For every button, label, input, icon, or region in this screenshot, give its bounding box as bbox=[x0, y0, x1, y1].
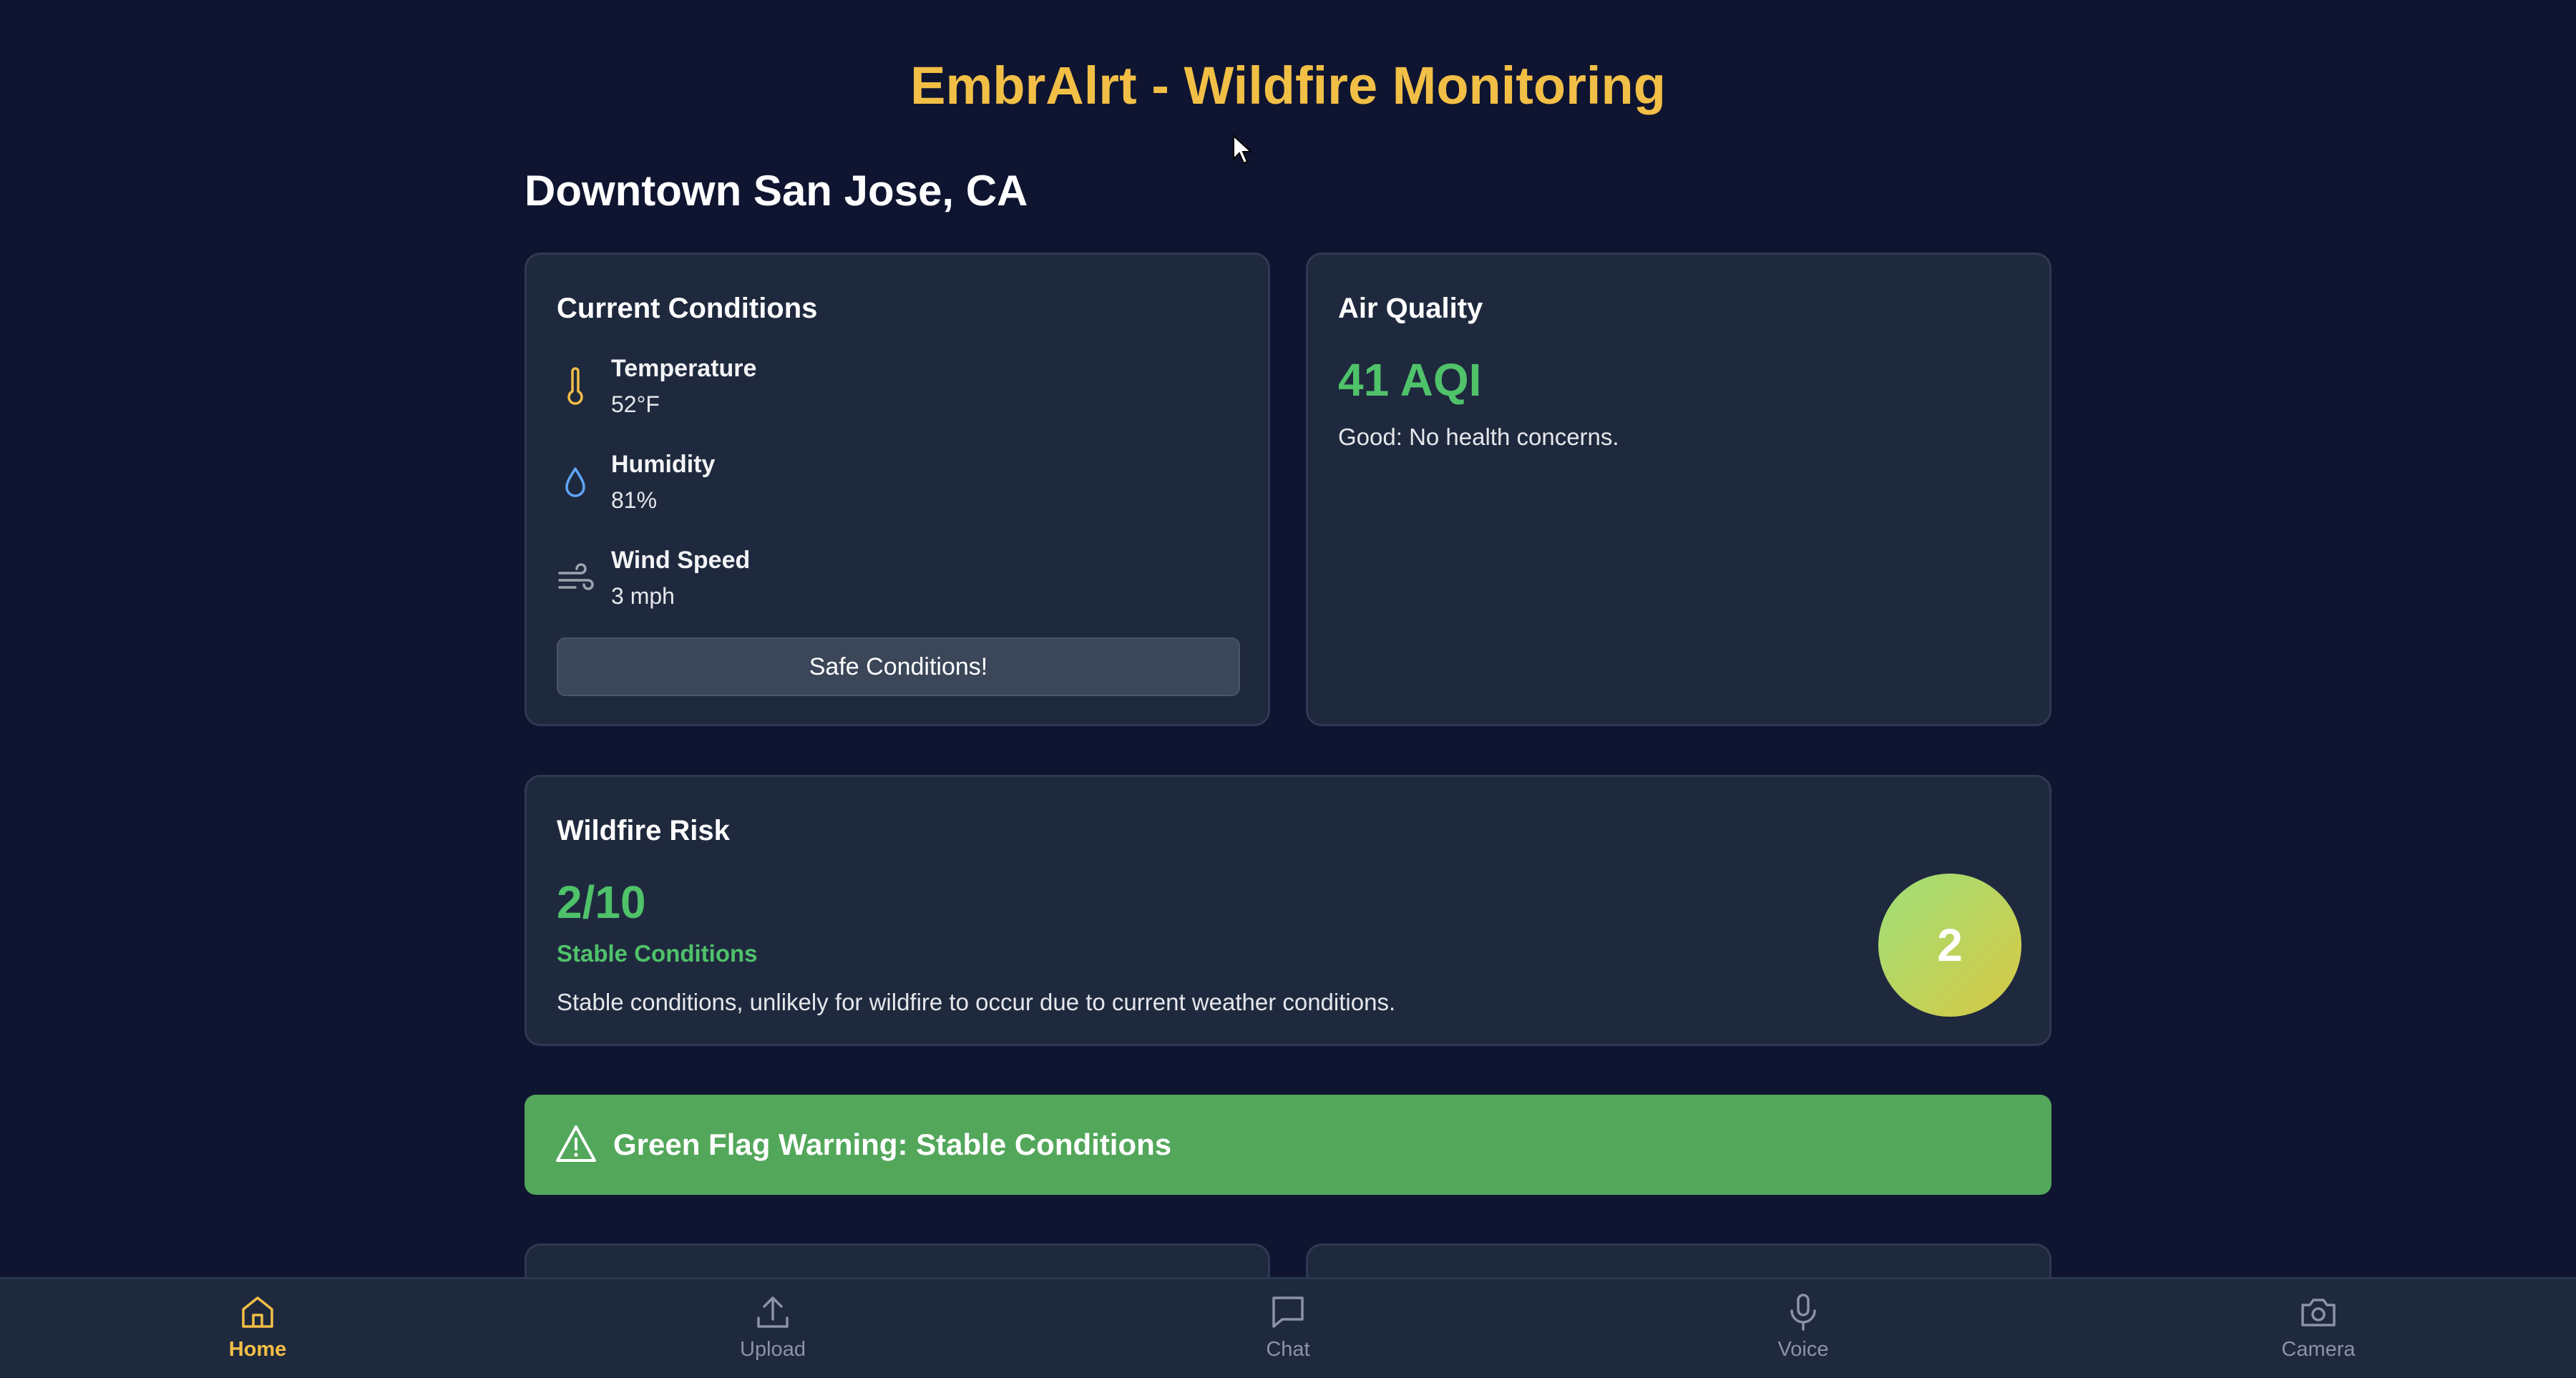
risk-description: Stable conditions, unlikely for wildfire… bbox=[557, 989, 1396, 1015]
droplet-icon bbox=[565, 467, 585, 497]
nav-item-camera[interactable]: Camera bbox=[2211, 1279, 2426, 1378]
nav-label: Upload bbox=[740, 1338, 806, 1361]
card-title-conditions: Current Conditions bbox=[557, 293, 818, 324]
alert-triangle-icon bbox=[556, 1125, 596, 1162]
app-title: EmbrAlrt - Wildfire Monitoring bbox=[910, 56, 1666, 115]
condition-value: 52°F bbox=[611, 391, 660, 417]
location-title: Downtown San Jose, CA bbox=[525, 167, 1028, 215]
nav-label: Voice bbox=[1777, 1338, 1829, 1361]
card-title-wildfire-risk: Wildfire Risk bbox=[557, 815, 730, 846]
condition-row-temperature: Temperature 52°F bbox=[557, 351, 1201, 423]
condition-label: Humidity bbox=[611, 451, 716, 478]
aqi-description: Good: No health concerns. bbox=[1338, 424, 1619, 450]
upload-icon bbox=[757, 1296, 789, 1328]
warning-text: Green Flag Warning: Stable Conditions bbox=[613, 1128, 1172, 1161]
risk-score: 2/10 bbox=[557, 876, 646, 928]
condition-row-wind: Wind Speed 3 mph bbox=[557, 543, 1201, 615]
current-conditions-card: Current Conditions Temperature 52°F Humi… bbox=[525, 253, 1270, 726]
card-title-air-quality: Air Quality bbox=[1338, 293, 1483, 324]
mouse-cursor-icon bbox=[1233, 135, 1253, 165]
air-quality-card: Air Quality 41 AQI Good: No health conce… bbox=[1306, 253, 2051, 726]
app-root: EmbrAlrt - Wildfire Monitoring Downtown … bbox=[0, 0, 2576, 1378]
wind-icon bbox=[558, 563, 594, 590]
chat-icon bbox=[1272, 1296, 1304, 1328]
risk-status: Stable Conditions bbox=[557, 940, 758, 967]
nav-label: Camera bbox=[2281, 1338, 2356, 1361]
bottom-navigation: Home Upload Chat Voice Camera bbox=[0, 1277, 2576, 1378]
condition-label: Temperature bbox=[611, 355, 757, 382]
nav-item-upload[interactable]: Upload bbox=[665, 1279, 880, 1378]
nav-label: Home bbox=[228, 1338, 287, 1361]
risk-score-badge: 2 bbox=[1878, 874, 2021, 1017]
home-icon bbox=[242, 1296, 273, 1328]
aqi-value: 41 AQI bbox=[1338, 354, 1482, 406]
condition-label: Wind Speed bbox=[611, 547, 751, 574]
microphone-icon bbox=[1790, 1294, 1816, 1331]
wildfire-risk-card: Wildfire Risk 2/10 Stable Conditions Sta… bbox=[525, 775, 2051, 1046]
nav-label: Chat bbox=[1266, 1338, 1310, 1361]
condition-value: 3 mph bbox=[611, 583, 675, 609]
nav-item-chat[interactable]: Chat bbox=[1181, 1279, 1395, 1378]
nav-item-home[interactable]: Home bbox=[150, 1279, 365, 1378]
nav-item-voice[interactable]: Voice bbox=[1696, 1279, 1911, 1378]
condition-row-humidity: Humidity 81% bbox=[557, 447, 1201, 519]
camera-icon bbox=[2301, 1299, 2336, 1326]
safe-conditions-button[interactable]: Safe Conditions! bbox=[557, 637, 1240, 696]
condition-value: 81% bbox=[611, 487, 658, 513]
thermometer-icon bbox=[567, 367, 583, 405]
warning-banner: Green Flag Warning: Stable Conditions bbox=[525, 1095, 2051, 1195]
